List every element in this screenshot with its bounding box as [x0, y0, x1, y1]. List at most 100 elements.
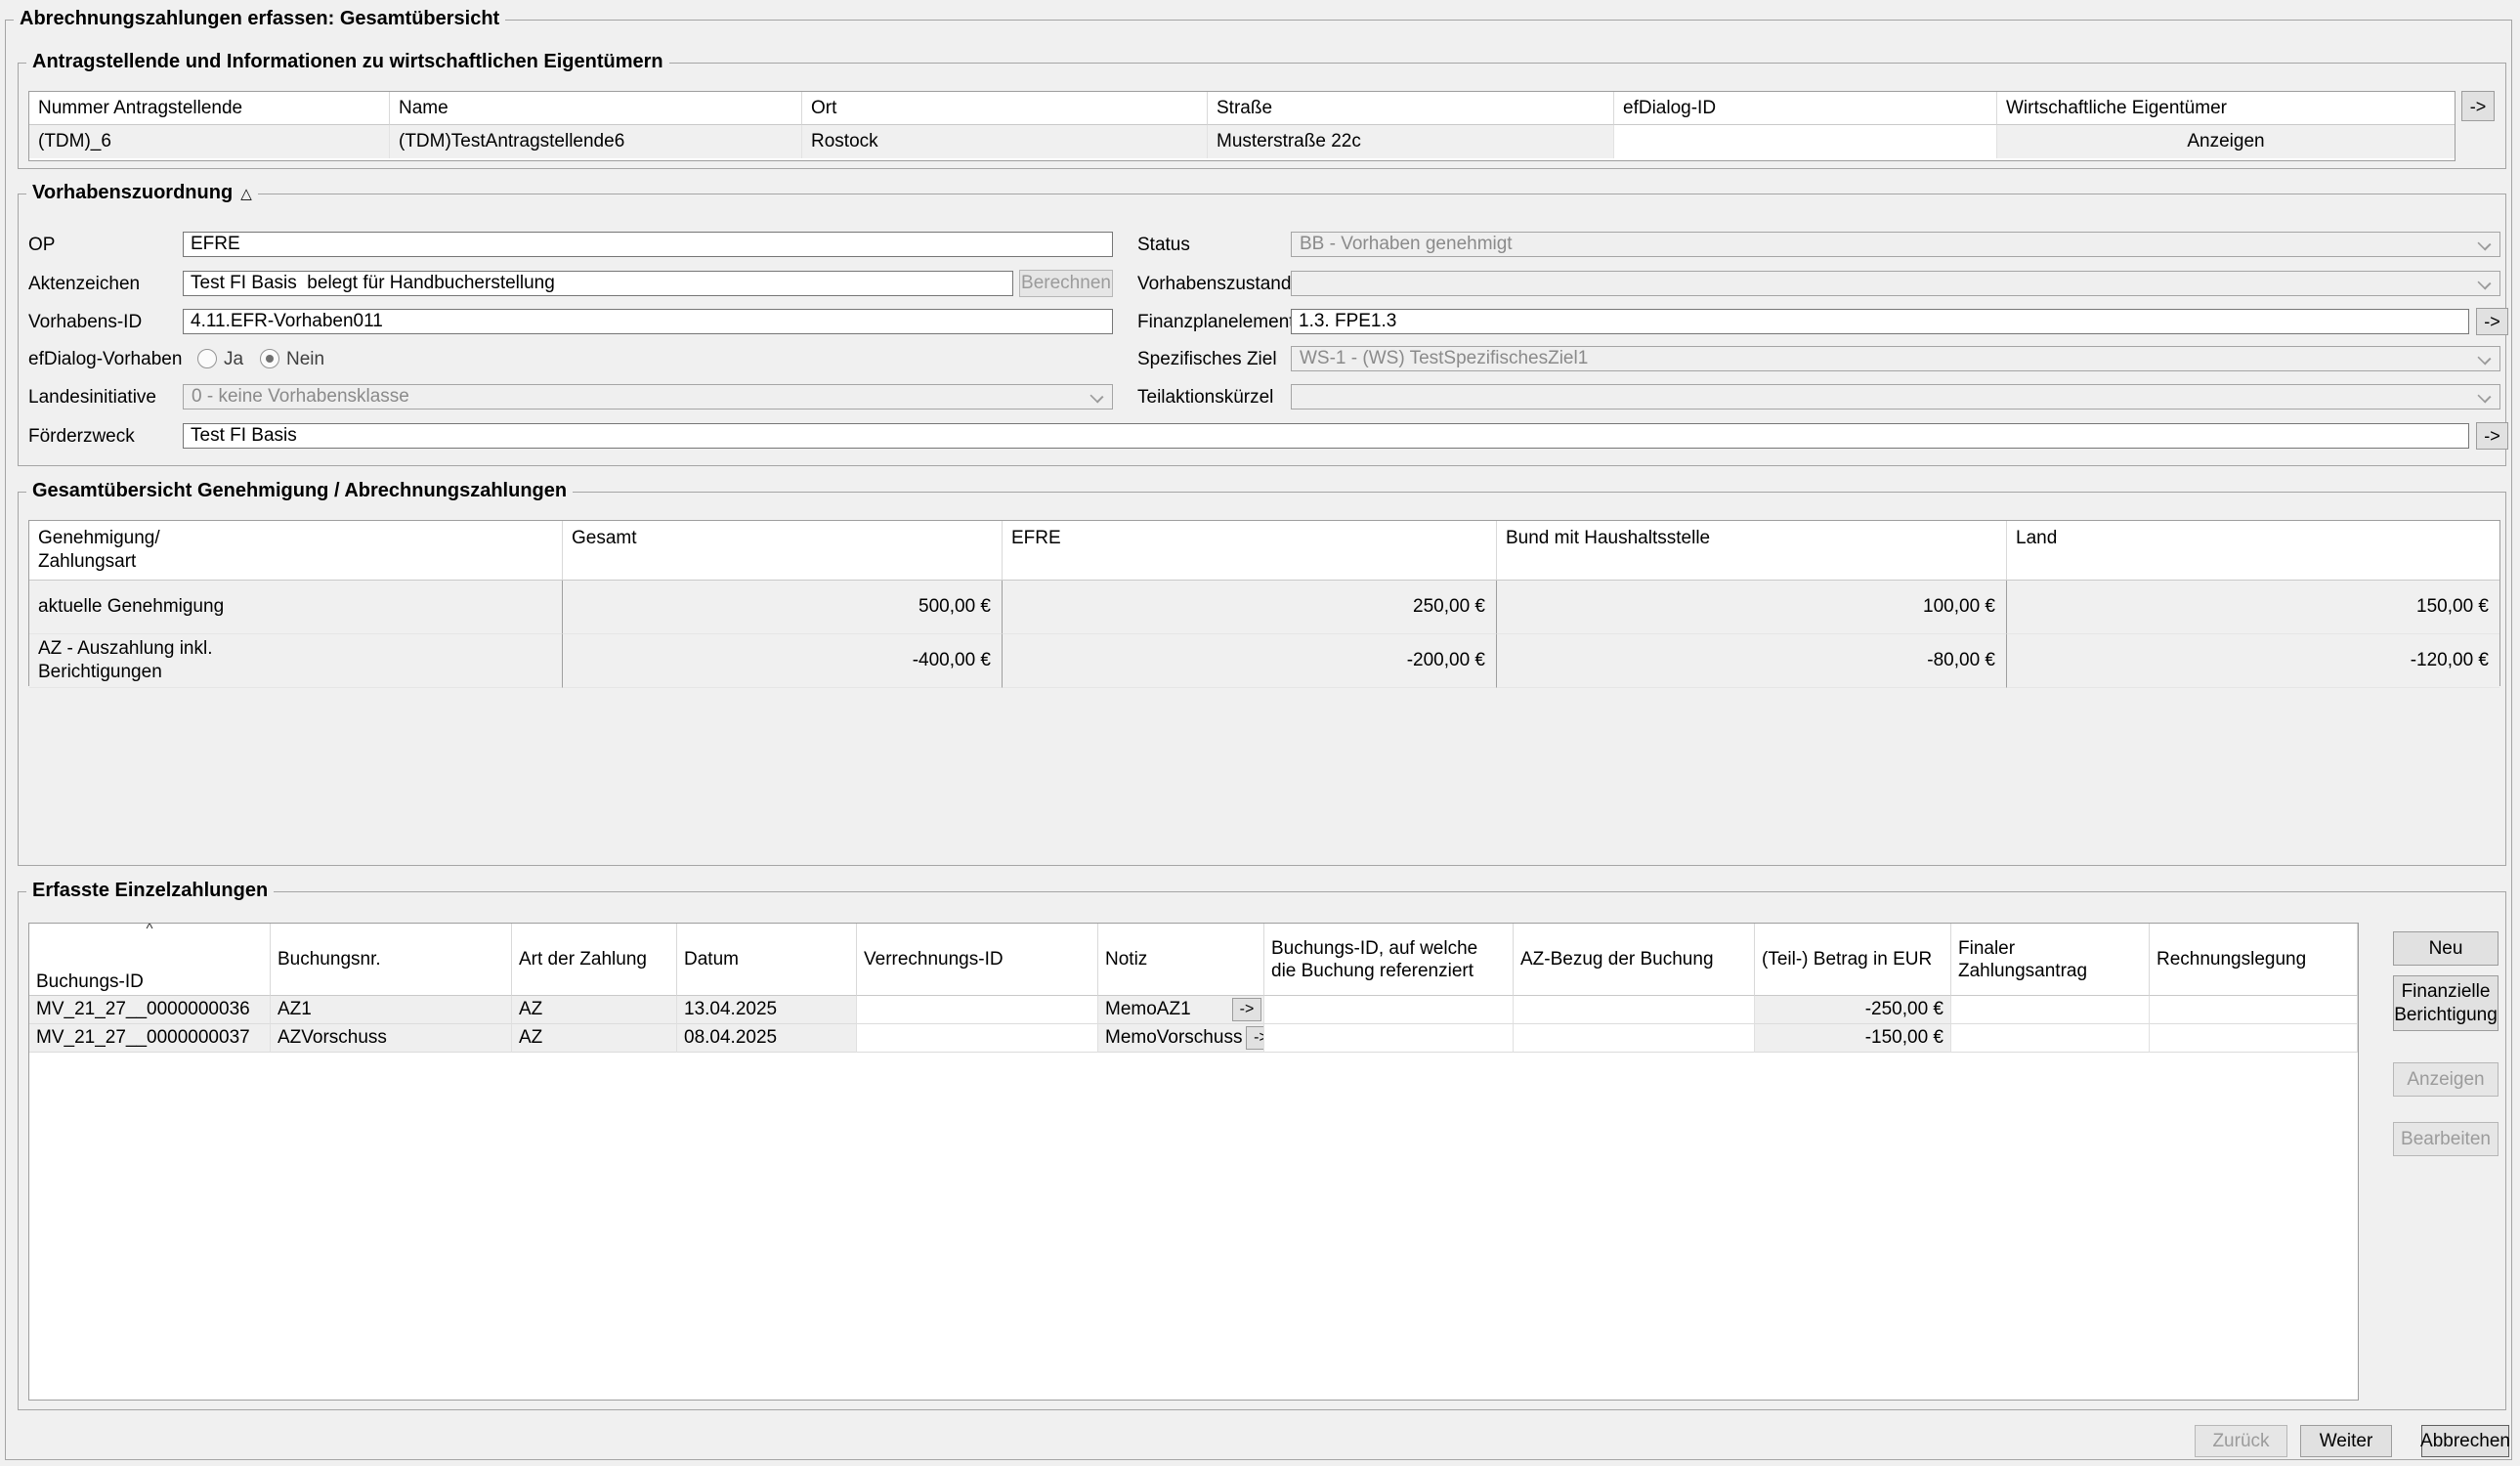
- applicants-groupbox: Antragstellende und Informationen zu wir…: [18, 63, 2506, 169]
- efdialog-nein-radio: [260, 349, 279, 368]
- neu-button[interactable]: Neu: [2393, 931, 2499, 966]
- table-row[interactable]: AZ - Auszahlung inkl. Berichtigungen -40…: [29, 634, 2499, 688]
- column-header-finaler-zahlungsantrag[interactable]: Finaler Zahlungsantrag: [1951, 924, 2150, 996]
- eigentuemer-anzeigen-cell[interactable]: Anzeigen: [1997, 125, 2455, 158]
- abbrechen-button[interactable]: Abbrechen: [2421, 1425, 2509, 1457]
- notiz-cell[interactable]: MemoAZ1 ->: [1098, 996, 1264, 1024]
- status-select: BB - Vorhaben genehmigt: [1291, 232, 2500, 257]
- finanzplanelement-input[interactable]: [1291, 309, 2469, 334]
- rechnungslegung-cell[interactable]: [2150, 996, 2358, 1024]
- finaler-zahlungsantrag-cell[interactable]: [1951, 1024, 2150, 1053]
- rechnungslegung-cell[interactable]: [2150, 1024, 2358, 1053]
- art-cell[interactable]: AZ: [512, 1024, 677, 1053]
- column-header-strasse: Straße: [1208, 92, 1614, 125]
- column-header-bund: Bund mit Haushaltsstelle: [1497, 521, 2007, 581]
- applicant-nummer-cell: (TDM)_6: [29, 125, 390, 158]
- column-header-betrag[interactable]: (Teil-) Betrag in EUR: [1755, 924, 1951, 996]
- betrag-cell[interactable]: -250,00 €: [1755, 996, 1951, 1024]
- finaler-zahlungsantrag-cell[interactable]: [1951, 996, 2150, 1024]
- chevron-down-icon: [1089, 389, 1103, 403]
- teilaktionskuerzel-label: Teilaktionskürzel: [1137, 387, 1273, 409]
- einzelzahlung-row[interactable]: MV_21_27__0000000036 AZ1 AZ 13.04.2025 M…: [29, 996, 2358, 1024]
- betrag-cell[interactable]: -150,00 €: [1755, 1024, 1951, 1053]
- foerderzweck-open-button[interactable]: ->: [2476, 422, 2508, 450]
- vorhabenszustand-label: Vorhabenszustand: [1137, 274, 1291, 295]
- datum-cell[interactable]: 13.04.2025: [677, 996, 857, 1024]
- foerderzweck-label: Förderzweck: [28, 426, 135, 448]
- status-label: Status: [1137, 235, 1190, 256]
- column-header-buchungsnr[interactable]: Buchungsnr.: [271, 924, 512, 996]
- finanzplanelement-label: Finanzplanelement: [1137, 312, 1295, 333]
- chevron-down-icon: [2477, 389, 2491, 403]
- column-header-art-der-zahlung[interactable]: Art der Zahlung: [512, 924, 677, 996]
- bund-cell: 100,00 €: [1497, 581, 2007, 634]
- column-header-datum[interactable]: Datum: [677, 924, 857, 996]
- buchungs-id-cell[interactable]: MV_21_27__0000000036: [29, 996, 271, 1024]
- arrow-right-icon: ->: [2484, 424, 2500, 448]
- arrow-right-icon: ->: [2484, 310, 2500, 333]
- column-header-wirtschaftliche-eigentuemer: Wirtschaftliche Eigentümer: [1997, 92, 2455, 125]
- berechnen-button: Berechnen: [1019, 270, 1113, 297]
- finanzielle-berichtigung-button[interactable]: Finanzielle Berichtigung: [2393, 975, 2499, 1031]
- aktenzeichen-input[interactable]: [183, 271, 1013, 296]
- applicants-open-button[interactable]: ->: [2461, 91, 2495, 121]
- anzeigen-button: Anzeigen: [2393, 1062, 2499, 1097]
- collapse-triangle-icon[interactable]: △: [240, 185, 252, 202]
- column-header-gesamt: Gesamt: [563, 521, 1003, 581]
- column-header-rechnungslegung[interactable]: Rechnungslegung: [2150, 924, 2358, 996]
- column-header-az-bezug[interactable]: AZ-Bezug der Buchung: [1514, 924, 1755, 996]
- vorhabens-id-input[interactable]: [183, 309, 1113, 334]
- art-cell[interactable]: AZ: [512, 996, 677, 1024]
- op-label: OP: [28, 235, 55, 256]
- verrechnungs-id-cell[interactable]: [857, 996, 1098, 1024]
- applicants-table: Nummer Antragstellende Name Ort Straße e…: [28, 91, 2456, 161]
- foerderzweck-input[interactable]: [183, 423, 2469, 449]
- column-header-efdialog-id: efDialog-ID: [1614, 92, 1997, 125]
- gesamtuebersicht-header-row: Genehmigung/ Zahlungsart Gesamt EFRE Bun…: [29, 521, 2499, 581]
- vorhabenszuordnung-groupbox: Vorhabenszuordnung △ OP Aktenzeichen Ber…: [18, 194, 2506, 466]
- column-header-referenzierte-buchung[interactable]: Buchungs-ID, auf welche die Buchung refe…: [1264, 924, 1514, 996]
- column-header-notiz[interactable]: Notiz: [1098, 924, 1264, 996]
- az-bezug-cell[interactable]: [1514, 996, 1755, 1024]
- verrechnungs-id-cell[interactable]: [857, 1024, 1098, 1053]
- einzelzahlung-row[interactable]: MV_21_27__0000000037 AZVorschuss AZ 08.0…: [29, 1024, 2358, 1053]
- landesinitiative-select: 0 - keine Vorhabensklasse: [183, 384, 1113, 410]
- referenz-cell[interactable]: [1264, 1024, 1514, 1053]
- gesamt-cell: -400,00 €: [563, 634, 1003, 688]
- efdialog-nein-label: Nein: [286, 349, 324, 370]
- gesamt-cell: 500,00 €: [563, 581, 1003, 634]
- referenz-cell[interactable]: [1264, 996, 1514, 1024]
- notiz-open-button[interactable]: ->: [1232, 998, 1261, 1021]
- vorhabens-id-label: Vorhabens-ID: [28, 312, 142, 333]
- notiz-cell[interactable]: MemoVorschuss ->: [1098, 1024, 1264, 1053]
- spezifisches-ziel-label: Spezifisches Ziel: [1137, 349, 1277, 370]
- arrow-right-icon: ->: [1254, 1029, 1264, 1046]
- chevron-down-icon: [2477, 351, 2491, 365]
- einzelzahlungen-title: Erfasste Einzelzahlungen: [26, 880, 274, 902]
- notiz-open-button[interactable]: ->: [1246, 1026, 1264, 1050]
- sort-ascending-icon: ^: [146, 924, 152, 936]
- bearbeiten-button: Bearbeiten: [2393, 1122, 2499, 1156]
- op-input[interactable]: [183, 232, 1113, 257]
- buchungsnr-cell[interactable]: AZ1: [271, 996, 512, 1024]
- column-header-ort: Ort: [802, 92, 1208, 125]
- efre-cell: -200,00 €: [1003, 634, 1497, 688]
- chevron-down-icon: [2477, 237, 2491, 250]
- arrow-right-icon: ->: [1240, 1001, 1255, 1017]
- column-header-verrechnungs-id[interactable]: Verrechnungs-ID: [857, 924, 1098, 996]
- efdialog-ja-label: Ja: [224, 349, 243, 370]
- einzelzahlungen-header-row: ^ Buchungs-ID Buchungsnr. Art der Zahlun…: [29, 924, 2358, 996]
- finanzplanelement-open-button[interactable]: ->: [2476, 308, 2508, 335]
- buchungsnr-cell[interactable]: AZVorschuss: [271, 1024, 512, 1053]
- weiter-button[interactable]: Weiter: [2300, 1425, 2392, 1457]
- buchungs-id-cell[interactable]: MV_21_27__0000000037: [29, 1024, 271, 1053]
- az-bezug-cell[interactable]: [1514, 1024, 1755, 1053]
- column-header-buchungs-id[interactable]: ^ Buchungs-ID: [29, 924, 271, 996]
- zahlungsart-cell: aktuelle Genehmigung: [29, 581, 563, 634]
- applicant-row[interactable]: (TDM)_6 (TDM)TestAntragstellende6 Rostoc…: [29, 125, 2455, 158]
- efdialog-ja-radio: [197, 349, 217, 368]
- landesinitiative-label: Landesinitiative: [28, 387, 156, 409]
- datum-cell[interactable]: 08.04.2025: [677, 1024, 857, 1053]
- table-row[interactable]: aktuelle Genehmigung 500,00 € 250,00 € 1…: [29, 581, 2499, 634]
- main-groupbox: Abrechnungszahlungen erfassen: Gesamtübe…: [5, 20, 2512, 1460]
